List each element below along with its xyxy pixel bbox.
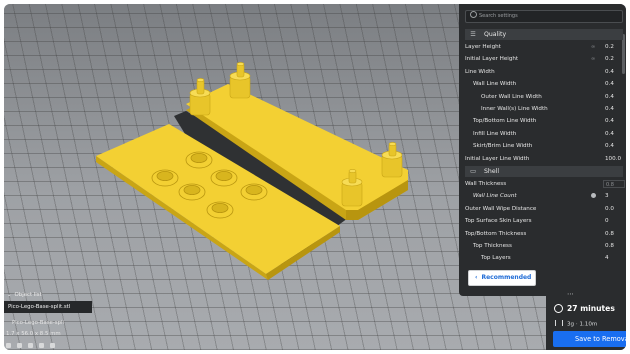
chevron-left-icon: ‹ <box>475 274 478 281</box>
setting-value[interactable]: 0.4 <box>605 91 614 103</box>
setting-row[interactable]: Top/Bottom Line Width 0.4 <box>465 115 621 127</box>
setting-row[interactable]: Layer Height ∞ 0.2 <box>465 41 621 53</box>
setting-row[interactable]: Initial Layer Line Width 100.0 <box>465 153 621 165</box>
setting-row[interactable]: Line Width 0.4 <box>465 66 621 78</box>
setting-value[interactable]: 0.4 <box>605 78 614 90</box>
section-quality[interactable]: ☰ Quality <box>465 29 623 40</box>
setting-label: Top/Bottom Line Width <box>473 118 537 125</box>
search-settings-input[interactable]: Search settings <box>465 10 623 23</box>
setting-row[interactable]: Wall Thickness 0.8 <box>465 178 625 190</box>
setting-value[interactable]: 0.4 <box>605 140 614 152</box>
print-estimate-panel: 27 minutes 3g · 1.10m Save to Removable <box>546 296 626 350</box>
quality-icon: ☰ <box>470 31 476 38</box>
link-icon[interactable]: ∞ <box>591 53 595 65</box>
setting-row[interactable]: Wall Line Count 3 <box>465 190 621 202</box>
custom-settings-panel: Search settings ☰ Quality Layer Height ∞ 0.… <box>459 4 626 296</box>
object-name: Pico-Lego-Base-spli <box>12 320 65 326</box>
setting-value[interactable]: 0.8 <box>605 228 614 240</box>
setting-row[interactable]: Outer Wall Line Width 0.4 <box>465 91 621 103</box>
setting-label: Inner Wall(s) Line Width <box>481 106 548 112</box>
setting-value[interactable]: 0.2 <box>605 53 614 65</box>
print-time: 27 minutes <box>567 304 615 313</box>
setting-value[interactable]: 0.4 <box>605 103 614 115</box>
setting-row[interactable]: Outer Wall Wipe Distance 0.0 <box>465 203 621 215</box>
app-window: Search settings ☰ Quality Layer Height ∞ 0.… <box>4 4 626 350</box>
info-icon[interactable] <box>591 193 596 199</box>
save-to-removable-button[interactable]: Save to Removable <box>553 331 626 347</box>
setting-label: Layer Height <box>465 44 501 50</box>
setting-label: Top Surface Skin Layers <box>465 218 532 225</box>
setting-label: Top/Bottom Thickness <box>465 230 527 237</box>
support-icon[interactable] <box>50 343 55 348</box>
link-icon[interactable]: ∞ <box>591 41 595 53</box>
mirror-icon[interactable] <box>39 343 44 348</box>
setting-label: Wall Line Count <box>473 193 517 200</box>
setting-value[interactable]: 0.4 <box>605 115 614 127</box>
setting-row[interactable]: Top Thickness 0.8 <box>465 240 621 252</box>
setting-row[interactable]: Initial Layer Height ∞ 0.2 <box>465 53 621 65</box>
setting-value[interactable]: 0 <box>605 215 609 227</box>
setting-row[interactable]: Skirt/Brim Line Width 0.4 <box>465 140 621 152</box>
panel-scrollbar[interactable] <box>622 34 625 74</box>
setting-row[interactable]: Inner Wall(s) Line Width 0.4 <box>465 103 621 115</box>
scale-icon[interactable] <box>17 343 22 348</box>
setting-value[interactable]: 4 <box>605 252 609 264</box>
setting-label: Top Layers <box>481 255 511 262</box>
filament-icon <box>555 320 563 326</box>
object-tools <box>6 343 61 350</box>
rotate-icon[interactable] <box>28 343 33 348</box>
setting-value[interactable]: 100.0 <box>605 153 621 165</box>
setting-value[interactable]: 0.4 <box>605 66 614 78</box>
setting-value[interactable]: 0.2 <box>605 41 614 53</box>
search-icon <box>470 11 477 18</box>
setting-row[interactable]: Top Layers 4 <box>465 252 621 264</box>
setting-label: Infill Line Width <box>473 130 517 137</box>
setting-value[interactable]: 0.4 <box>605 128 614 140</box>
setting-label: Top Thickness <box>473 243 512 249</box>
setting-label: Skirt/Brim Line Width <box>473 143 533 150</box>
section-shell[interactable]: ▭ Shell <box>465 166 623 177</box>
chevron-down-icon: ⌄ <box>7 292 12 298</box>
setting-row[interactable]: Infill Line Width 0.4 <box>465 128 621 140</box>
setting-label: Wall Thickness <box>465 181 507 187</box>
setting-value[interactable]: 3 <box>605 190 609 202</box>
shell-icon: ▭ <box>470 168 476 175</box>
object-list: ⌄ Object list Pico-Lego-Base-split.stl Pi… <box>4 280 124 350</box>
move-icon[interactable] <box>6 343 11 348</box>
setting-value[interactable]: 0.0 <box>605 203 614 215</box>
object-list-item[interactable]: Pico-Lego-Base-split.stl <box>4 301 92 313</box>
recommended-button[interactable]: ‹ Recommended <box>468 270 536 286</box>
setting-row[interactable]: Wall Line Width 0.4 <box>465 78 621 90</box>
setting-label: Outer Wall Wipe Distance <box>465 205 537 212</box>
setting-label: Outer Wall Line Width <box>481 93 542 100</box>
setting-label: Wall Line Width <box>473 81 517 88</box>
setting-value[interactable]: 0.8 <box>605 240 614 252</box>
setting-label: Initial Layer Height <box>465 56 519 63</box>
object-dimensions: 1.7 x 56.0 x 8.5 mm <box>6 331 61 337</box>
setting-value[interactable]: 0.8 <box>603 179 625 188</box>
clock-icon <box>554 303 563 313</box>
setting-label: Initial Layer Line Width <box>465 155 530 162</box>
material-usage: 3g · 1.10m <box>567 321 598 328</box>
setting-label: Line Width <box>465 68 495 75</box>
setting-row[interactable]: Top Surface Skin Layers 0 <box>465 215 621 227</box>
object-list-toggle[interactable]: ⌄ Object list <box>7 292 42 298</box>
setting-row[interactable]: Top/Bottom Thickness 0.8 <box>465 228 621 240</box>
